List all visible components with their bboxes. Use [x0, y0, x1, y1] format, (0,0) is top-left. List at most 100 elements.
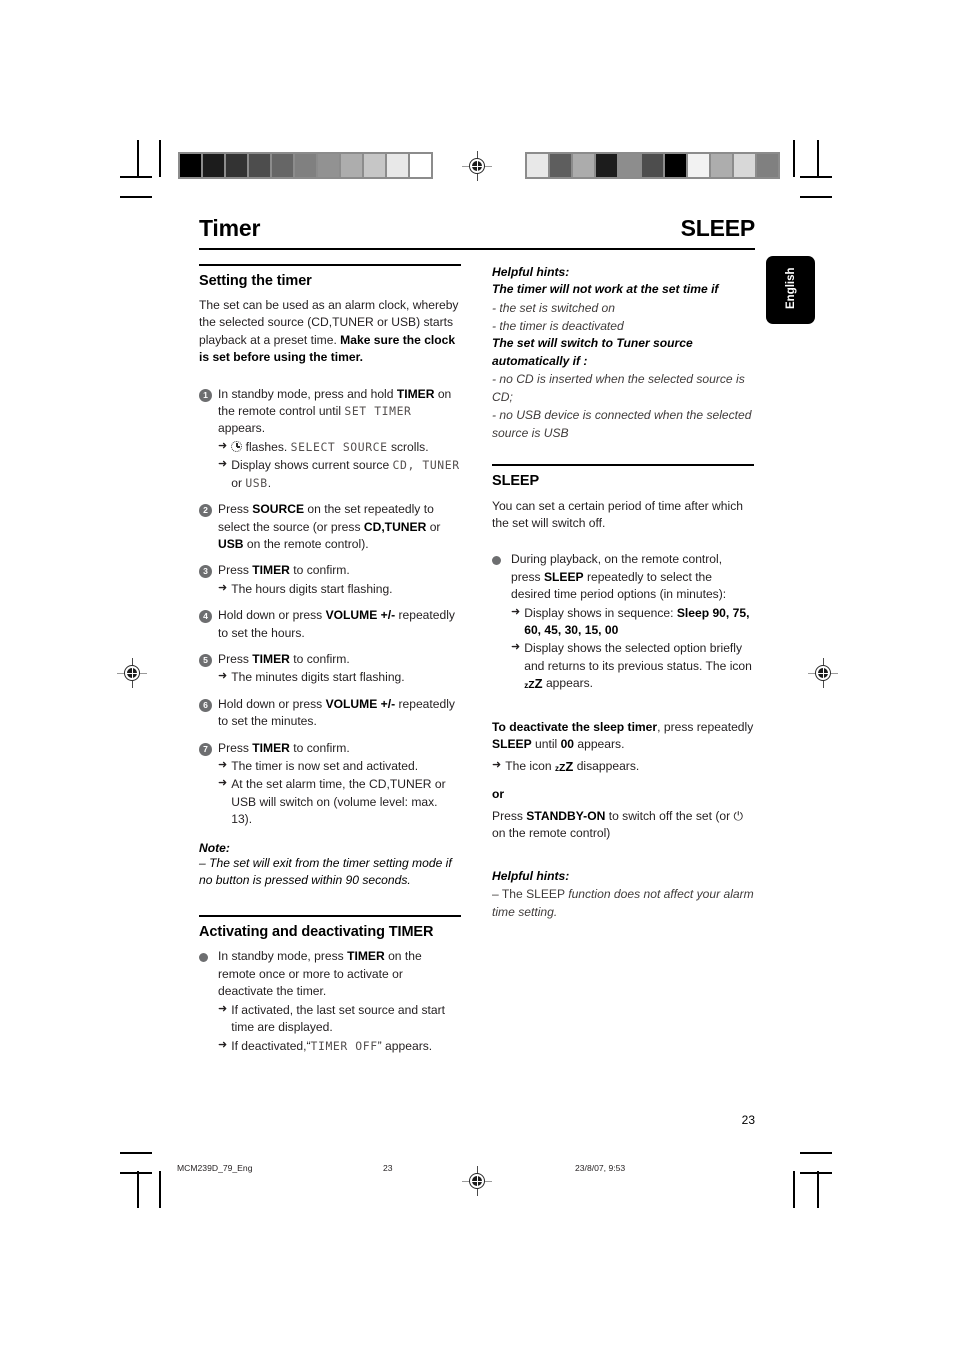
deactivate-sub-pre: The icon — [505, 758, 555, 773]
sleep-sub-1: ➜ Display shows in sequence: Sleep 90, 7… — [511, 605, 754, 640]
crop-mark-br-v — [817, 1171, 819, 1208]
step-3-sub-1-text: The hours digits start flashing. — [231, 581, 393, 596]
step-2-bold-cd-tuner: CD,TUNER — [363, 519, 427, 534]
arrow-icon: ➜ — [218, 581, 228, 594]
sleep-hint-heading: Helpful hints: — [492, 868, 570, 883]
registration-target-left — [117, 658, 147, 688]
footer-date: 23/8/07, 9:53 — [575, 1163, 626, 1173]
registration-target-right — [808, 658, 838, 688]
step-text: In standby mode, press and hold TIMER on… — [218, 386, 461, 492]
crop-mark-br-h2 — [800, 1172, 832, 1174]
activating-sub-2-post: ” appears. — [377, 1038, 433, 1053]
lcd-display-set-timer: SET TIMER — [344, 404, 412, 419]
arrow-icon: ➜ — [218, 1002, 228, 1015]
standby-bold-button: STANDBY-ON — [526, 808, 606, 823]
crop-mark-br-h — [800, 1152, 832, 1154]
step-1-sub-1-mid: flashes. — [242, 439, 291, 454]
zzz-sleep-icon: zZZ — [554, 758, 574, 774]
crop-mark-bl-h2 — [120, 1172, 152, 1174]
step-1-sub-2-pre: Display shows current source — [231, 458, 393, 473]
step-5-sub-1-text: The minutes digits start flashing. — [231, 670, 405, 685]
gray-patch-1 — [550, 154, 571, 177]
step-2-text-a: Press — [218, 502, 253, 517]
section-divider-activating-timer — [199, 915, 461, 917]
step-text: Press TIMER to confirm. ➜ The minutes di… — [218, 651, 461, 687]
gray-patch-7 — [688, 154, 709, 177]
gray-patch-2 — [226, 154, 247, 177]
step-3-text-b: to confirm. — [289, 563, 350, 578]
gray-patch-0 — [180, 154, 201, 177]
step-number: 6 — [199, 698, 212, 712]
activating-timer-bullet: In standby mode, press TIMER on the remo… — [199, 948, 461, 1054]
sleep-sub-1-text: Display shows in sequence: Sleep 90, 75,… — [524, 605, 754, 640]
gray-patch-6 — [665, 154, 686, 177]
sleep-intro: You can set a certain period of time aft… — [492, 498, 743, 530]
step-number: 3 — [199, 565, 212, 579]
arrow-icon: ➜ — [218, 777, 228, 790]
lcd-display-cd-tuner: CD, TUNER — [392, 458, 460, 473]
or-label: or — [492, 786, 754, 803]
gray-patch-4 — [619, 154, 640, 177]
language-tab-english: English — [766, 256, 815, 324]
step-1-sub-1-text: flashes. SELECT SOURCE scrolls. — [231, 439, 461, 456]
step-3-text-a: Press — [218, 563, 253, 578]
sleep-sub-2-text: Display shows the selected option briefl… — [524, 640, 754, 694]
step-1-bold-timer: TIMER — [396, 386, 435, 401]
left-column: Setting the timer The set can be used as… — [199, 264, 461, 1064]
registration-target-bottom — [462, 1166, 492, 1196]
step-5-sub-1: ➜ The minutes digits start flashing. — [218, 669, 461, 686]
zzz-sleep-icon: zZZ — [524, 676, 543, 692]
arrow-icon: ➜ — [218, 1038, 228, 1051]
step-1-sub-2-post2: . — [267, 475, 272, 490]
step-3-bold-timer: TIMER — [252, 563, 290, 578]
step-number: 2 — [199, 504, 212, 518]
page-title-right: SLEEP — [680, 215, 756, 241]
grayscale-calibration-strip-right — [525, 152, 780, 179]
page-title-left: Timer — [199, 215, 261, 241]
registration-target-top — [462, 151, 492, 181]
activating-sub-2: ➜ If deactivated,“TIMER OFF” appears. — [218, 1038, 461, 1055]
section-title-sleep: SLEEP — [492, 472, 540, 489]
step-1: 1 In standby mode, press and hold TIMER … — [199, 386, 461, 492]
gray-patch-3 — [596, 154, 617, 177]
step-number: 7 — [199, 742, 212, 756]
language-tab-label: English — [784, 267, 797, 309]
hint-heading-2: The timer will not work at the set time … — [492, 282, 719, 297]
step-1-sub-2-text: Display shows current source CD, TUNER o… — [231, 457, 461, 492]
step-6: 6 Hold down or press VOLUME +/- repeated… — [199, 696, 461, 731]
step-1-sub-2: ➜ Display shows current source CD, TUNER… — [218, 457, 461, 492]
step-1-sub-1: ➜ flashes. SELECT SOURCE scrolls. — [218, 439, 461, 456]
deactivate-sleep-paragraph: To deactivate the sleep timer, press rep… — [492, 719, 754, 754]
step-5-text-a: Press — [218, 651, 253, 666]
step-text: Hold down or press VOLUME +/- repeatedly… — [218, 696, 461, 731]
crop-mark-bl-h — [120, 1152, 152, 1154]
step-6-text-a: Hold down or press — [218, 696, 326, 711]
step-1-sub-1-post: scrolls. — [387, 439, 429, 454]
step-4: 4 Hold down or press VOLUME +/- repeated… — [199, 607, 461, 642]
hint-item: - the set is switched on — [492, 300, 616, 315]
step-3-sub-1: ➜ The hours digits start flashing. — [218, 581, 461, 598]
gray-patch-8 — [364, 154, 385, 177]
step-text: Press TIMER to confirm. ➜ The timer is n… — [218, 740, 461, 829]
step-number: 5 — [199, 653, 212, 667]
gray-patch-9 — [734, 154, 755, 177]
right-column: Helpful hints: The timer will not work a… — [492, 264, 754, 921]
gray-patch-10 — [410, 154, 431, 177]
gray-patch-6 — [318, 154, 339, 177]
step-1-text-a: In standby mode, press and hold — [218, 386, 397, 401]
lcd-display-usb: USB — [245, 475, 268, 490]
step-5: 5 Press TIMER to confirm. ➜ The minutes … — [199, 651, 461, 687]
step-2-text-c: or — [426, 519, 441, 534]
sleep-hint-text: – The SLEEP function does not affect you… — [492, 885, 754, 921]
note-block: Note: – The set will exit from the timer… — [199, 841, 461, 890]
deactivate-sub-1-text: The icon zZZ disappears. — [505, 758, 754, 777]
step-7-sub-1-text: The timer is now set and activated. — [231, 758, 419, 773]
deactivate-bold-heading: To deactivate the sleep timer — [492, 719, 658, 734]
step-text: Hold down or press VOLUME +/- repeatedly… — [218, 607, 461, 642]
footer-page-number: 23 — [383, 1163, 393, 1173]
lcd-display-timer-off: TIMER OFF — [310, 1038, 378, 1053]
gray-patch-2 — [573, 154, 594, 177]
crop-mark-tl-h — [120, 176, 152, 178]
deactivate-bold-00: 00 — [560, 737, 575, 752]
deactivate-text-a: , press repeatedly — [657, 719, 754, 734]
